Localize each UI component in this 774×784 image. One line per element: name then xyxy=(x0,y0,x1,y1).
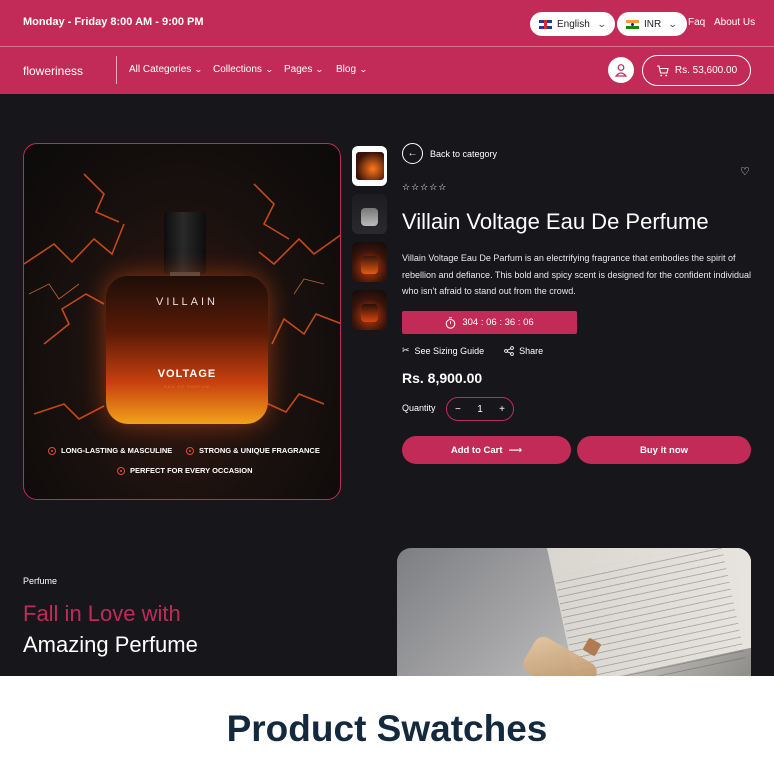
language-label: English xyxy=(557,18,590,30)
currency-label: INR xyxy=(644,18,662,30)
business-hours: Monday - Friday 8:00 AM - 9:00 PM xyxy=(23,16,204,28)
plus-icon[interactable]: + xyxy=(499,404,505,415)
feature-badge: PERFECT FOR EVERY OCCASION xyxy=(117,466,253,475)
buy-now-label: Buy it now xyxy=(639,444,689,456)
site-logo[interactable]: floweriness xyxy=(23,64,83,78)
chevron-down-icon: ⌄ xyxy=(359,65,368,74)
scissors-icon: ✂ xyxy=(402,345,410,355)
arrow-right-icon: ⟶ xyxy=(508,444,523,456)
feature-text: PERFECT FOR EVERY OCCASION xyxy=(130,466,253,475)
feature-badge: STRONG & UNIQUE FRAGRANCE xyxy=(186,446,320,455)
banner-heading-white: Amazing Perfume xyxy=(23,632,198,657)
nav-item-all-categories[interactable]: All Categories ⌄ xyxy=(129,64,203,75)
bottle-product-name: VOLTAGE xyxy=(157,368,217,380)
stopwatch-icon xyxy=(446,316,456,329)
thumbnail-4[interactable] xyxy=(352,290,387,330)
add-to-cart-label: Add to Cart xyxy=(450,444,503,456)
faq-link[interactable]: Faq xyxy=(688,17,705,28)
language-selector[interactable]: English ⌄ xyxy=(530,12,616,36)
nav-label: All Categories xyxy=(129,64,192,75)
sizing-guide-link[interactable]: ✂ See Sizing Guide xyxy=(402,345,484,356)
chevron-down-icon: ⌄ xyxy=(668,18,678,29)
cart-total: Rs. 53,600.00 xyxy=(674,65,738,76)
timer-value: 304 : 06 : 36 : 06 xyxy=(462,317,534,328)
countdown-timer: 304 : 06 : 36 : 06 xyxy=(402,311,577,334)
share-link[interactable]: Share xyxy=(504,346,543,356)
buy-now-button[interactable]: Buy it now xyxy=(577,436,751,464)
sizing-guide-label: See Sizing Guide xyxy=(414,345,485,356)
india-flag-icon xyxy=(626,19,639,29)
nav-label: Pages xyxy=(284,64,313,75)
uk-flag-icon xyxy=(539,19,552,29)
nav-item-pages[interactable]: Pages ⌄ xyxy=(284,64,325,75)
nav-item-collections[interactable]: Collections ⌄ xyxy=(213,64,274,75)
minus-icon[interactable]: − xyxy=(455,404,461,415)
banner-image xyxy=(397,548,751,676)
share-label: Share xyxy=(519,345,544,356)
quantity-value: 1 xyxy=(477,403,483,415)
chevron-down-icon: ⌄ xyxy=(315,65,325,74)
add-to-cart-button[interactable]: Add to Cart ⟶ xyxy=(402,436,571,464)
back-to-category-link[interactable]: ← Back to category xyxy=(402,143,497,164)
about-us-link[interactable]: About Us xyxy=(714,17,755,28)
header-divider xyxy=(0,46,774,47)
product-description: Villain Voltage Eau De Parfum is an elec… xyxy=(402,253,752,296)
account-button[interactable] xyxy=(608,57,634,83)
feature-badge: LONG-LASTING & MASCULINE xyxy=(48,446,172,455)
back-label: Back to category xyxy=(430,148,498,159)
thumbnail-1[interactable] xyxy=(352,146,387,186)
arrow-left-icon: ← xyxy=(402,143,423,164)
wishlist-heart-icon[interactable]: ♡ xyxy=(740,165,750,178)
thumbnail-3[interactable] xyxy=(352,242,387,282)
nav-label: Blog xyxy=(336,64,357,75)
target-icon xyxy=(186,446,194,455)
currency-selector[interactable]: INR ⌄ xyxy=(617,12,687,36)
banner-category: Perfume xyxy=(23,576,58,586)
product-main-image[interactable]: VILLAIN VOLTAGE EAU DE PARFUM LONG-LASTI… xyxy=(23,143,341,500)
product-actions: ✂ See Sizing Guide Share xyxy=(402,345,543,356)
target-icon xyxy=(117,466,125,475)
feature-text: LONG-LASTING & MASCULINE xyxy=(61,446,173,455)
nav-separator xyxy=(116,56,117,84)
chevron-down-icon: ⌄ xyxy=(264,65,274,74)
header: Monday - Friday 8:00 AM - 9:00 PM Englis… xyxy=(0,0,774,94)
bottle-type: EAU DE PARFUM xyxy=(164,384,210,389)
nav-label: Collections xyxy=(213,64,262,75)
bottle-cap xyxy=(164,212,206,274)
nav-item-blog[interactable]: Blog ⌄ xyxy=(336,64,368,75)
user-icon xyxy=(614,64,628,77)
chevron-down-icon: ⌄ xyxy=(194,65,203,74)
target-icon xyxy=(48,446,56,455)
page-caption: Product Swatches xyxy=(226,708,548,749)
share-icon xyxy=(504,345,514,356)
product-title: Villain Voltage Eau De Perfume xyxy=(402,209,709,234)
banner-heading-pink: Fall in Love with xyxy=(23,601,181,626)
quantity-label: Quantity xyxy=(402,403,436,413)
cart-button[interactable]: Rs. 53,600.00 xyxy=(642,55,751,86)
thumbnail-2[interactable] xyxy=(352,194,387,234)
quantity-stepper[interactable]: − 1 + xyxy=(446,397,514,421)
product-price: Rs. 8,900.00 xyxy=(402,370,483,386)
bottle-brand: VILLAIN xyxy=(156,296,218,308)
cart-icon xyxy=(656,64,669,76)
rating-stars: ☆☆☆☆☆ xyxy=(402,182,448,192)
chevron-down-icon: ⌄ xyxy=(596,18,607,29)
feature-text: STRONG & UNIQUE FRAGRANCE xyxy=(199,446,320,455)
